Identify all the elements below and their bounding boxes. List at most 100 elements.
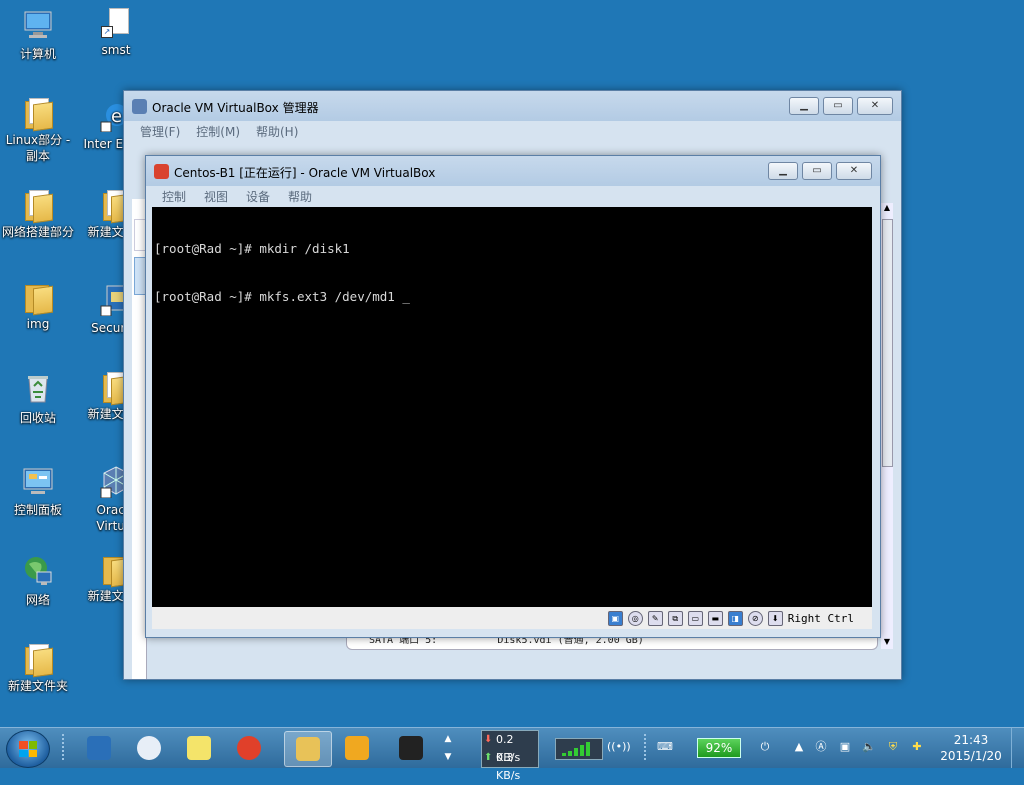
desktop-icon-label: 控制面板 xyxy=(13,503,62,517)
cpu-icon[interactable]: ◨ xyxy=(727,610,743,626)
action-center-icon[interactable]: ✚ xyxy=(910,740,924,754)
svg-text:e: e xyxy=(111,106,122,127)
sticky-notes-icon xyxy=(187,736,211,760)
security-shield-icon[interactable]: ⛨ xyxy=(886,740,900,754)
taskbar-app-network-tool[interactable] xyxy=(126,731,172,765)
upload-arrow-icon: ⬆ xyxy=(484,752,493,763)
desktop-icon-network[interactable]: 网络 xyxy=(0,554,76,608)
details-scrollbar[interactable]: ▲ ▼ xyxy=(881,203,893,649)
app-icon xyxy=(399,736,423,760)
network-speed-widget: ⬇ 0.2 KB/s ⬆ 0.3 KB/s xyxy=(481,730,539,782)
virtualbox-icon xyxy=(345,736,369,760)
manager-title: Oracle VM VirtualBox 管理器 xyxy=(152,101,319,115)
menu-devices[interactable]: 设备 xyxy=(246,188,270,205)
menu-manage[interactable]: 管理(F) xyxy=(140,123,180,140)
desktop-icon-computer[interactable]: 计算机 xyxy=(0,8,76,62)
usb-icon[interactable]: ✎ xyxy=(647,610,663,626)
network-status-icon[interactable]: ▣ xyxy=(838,740,852,754)
maximize-button[interactable]: ▭ xyxy=(802,162,832,180)
shared-folder-icon[interactable]: ▭ xyxy=(687,610,703,626)
vm-titlebar[interactable]: Centos-B1 [正在运行] - Oracle VM VirtualBox … xyxy=(146,156,880,186)
windows-logo-icon xyxy=(19,741,37,757)
desktop-icon-label: 新建文件夹 xyxy=(7,679,68,693)
vm-menubar: 控制 视图 设备 帮助 xyxy=(152,186,874,206)
desktop-icon-recycle-bin[interactable]: 回收站 xyxy=(0,372,76,426)
folder-icon xyxy=(23,282,53,316)
signal-strength-icon[interactable] xyxy=(555,738,603,760)
menu-view[interactable]: 视图 xyxy=(204,188,228,205)
taskbar-app-virtualbox[interactable] xyxy=(334,731,380,765)
show-desktop-button[interactable] xyxy=(1011,728,1024,768)
desktop-icon-new-folder[interactable]: 新建文件夹 xyxy=(0,644,76,694)
close-button[interactable]: ✕ xyxy=(836,162,872,180)
start-button[interactable] xyxy=(6,730,50,768)
folder-icon xyxy=(23,98,53,132)
taskbar-app-sticky-notes[interactable] xyxy=(176,731,222,765)
desktop-icon-img[interactable]: img xyxy=(0,282,76,332)
file-shortcut-icon: ↗ xyxy=(101,8,131,38)
menu-help[interactable]: 帮助(H) xyxy=(256,123,298,140)
vm-os-icon xyxy=(154,164,169,179)
taskbar-scroll[interactable]: ▲ ▼ xyxy=(441,730,455,766)
desktop-icon-label: img xyxy=(26,317,50,331)
power-plug-icon[interactable]: ⏻ xyxy=(758,740,772,754)
scroll-up-arrow[interactable]: ▲ xyxy=(881,203,893,215)
menu-control[interactable]: 控制 xyxy=(162,188,186,205)
clock-date: 2015/1/20 xyxy=(940,749,1002,763)
desktop-icon-linux-copy[interactable]: Linux部分 - 副本 xyxy=(0,98,76,164)
desktop-icon-control-panel[interactable]: 控制面板 xyxy=(0,464,76,518)
manager-titlebar[interactable]: Oracle VM VirtualBox 管理器 ▁ ▭ ✕ xyxy=(124,91,901,121)
close-button[interactable]: ✕ xyxy=(857,97,893,115)
vm-console[interactable]: [root@Rad ~]# mkdir /disk1 [root@Rad ~]#… xyxy=(152,207,872,607)
taskbar-app-computer[interactable] xyxy=(76,731,122,765)
media-player-icon xyxy=(237,736,261,760)
menu-control[interactable]: 控制(M) xyxy=(196,123,240,140)
scrollbar-thumb[interactable] xyxy=(882,219,893,467)
download-speed: ⬇ 0.2 KB/s xyxy=(484,733,521,764)
folder-icon xyxy=(23,644,53,678)
taskbar-separator xyxy=(644,734,646,762)
manager-menubar: 管理(F) 控制(M) 帮助(H) xyxy=(130,121,895,141)
upload-speed: ⬆ 0.3 KB/s xyxy=(484,751,521,782)
host-key-label: Right Ctrl xyxy=(787,611,854,625)
scroll-down-arrow[interactable]: ▼ xyxy=(881,637,893,649)
tray-app-icon[interactable]: Ⓐ xyxy=(814,740,828,754)
desktop-icon-smst[interactable]: ↗ smst xyxy=(78,8,154,58)
wireless-icon[interactable]: ((•)) xyxy=(607,740,631,754)
control-panel-icon xyxy=(23,468,53,494)
minimize-button[interactable]: ▁ xyxy=(768,162,798,180)
display-icon[interactable]: ▬ xyxy=(707,610,723,626)
menu-help[interactable]: 帮助 xyxy=(288,188,312,205)
network-adapter-icon[interactable]: ⧉ xyxy=(667,610,683,626)
desktop-icon-label: 网络搭建部分 xyxy=(1,225,74,239)
volume-icon[interactable]: 🔈 xyxy=(862,740,876,754)
vm-title: Centos-B1 [正在运行] - Oracle VM VirtualBox xyxy=(174,166,436,180)
virtualbox-icon xyxy=(132,99,147,114)
mouse-integration-icon[interactable]: ⊘ xyxy=(747,610,763,626)
keyboard-icon[interactable]: ⌨ xyxy=(657,740,673,754)
taskbar-app-explorer[interactable] xyxy=(284,731,332,767)
terminal-line: [root@Rad ~]# mkfs.ext3 /dev/md1 _ xyxy=(154,289,410,304)
host-key-arrow-icon[interactable]: ⬇ xyxy=(767,610,783,626)
desktop-icon-label: smst xyxy=(101,43,131,57)
desktop-icon-network-setup[interactable]: 网络搭建部分 xyxy=(0,190,76,240)
battery-indicator[interactable]: 92% xyxy=(697,738,741,758)
taskbar-app-media[interactable] xyxy=(226,731,272,765)
terminal-line: [root@Rad ~]# mkdir /disk1 xyxy=(154,241,350,256)
network-tool-icon xyxy=(137,736,161,760)
download-arrow-icon: ⬇ xyxy=(484,734,493,745)
desktop-icon-label: 回收站 xyxy=(19,411,56,425)
hard-disk-icon[interactable]: ▣ xyxy=(607,610,623,626)
show-hidden-icons-arrow[interactable]: ▲ xyxy=(792,740,806,754)
desktop-icon-label: Linux部分 - 副本 xyxy=(5,133,71,163)
taskbar-clock[interactable]: 21:43 2015/1/20 xyxy=(936,732,1006,764)
taskbar-separator xyxy=(62,734,64,762)
optical-drive-icon[interactable]: ◎ xyxy=(627,610,643,626)
vm-statusbar: ▣ ◎ ✎ ⧉ ▭ ▬ ◨ ⊘ ⬇ Right Ctrl xyxy=(152,607,872,629)
folder-icon xyxy=(23,190,53,224)
maximize-button[interactable]: ▭ xyxy=(823,97,853,115)
taskbar-app-tool[interactable] xyxy=(388,731,434,765)
computer-icon xyxy=(24,11,52,38)
minimize-button[interactable]: ▁ xyxy=(789,97,819,115)
vm-window[interactable]: Centos-B1 [正在运行] - Oracle VM VirtualBox … xyxy=(145,155,881,638)
